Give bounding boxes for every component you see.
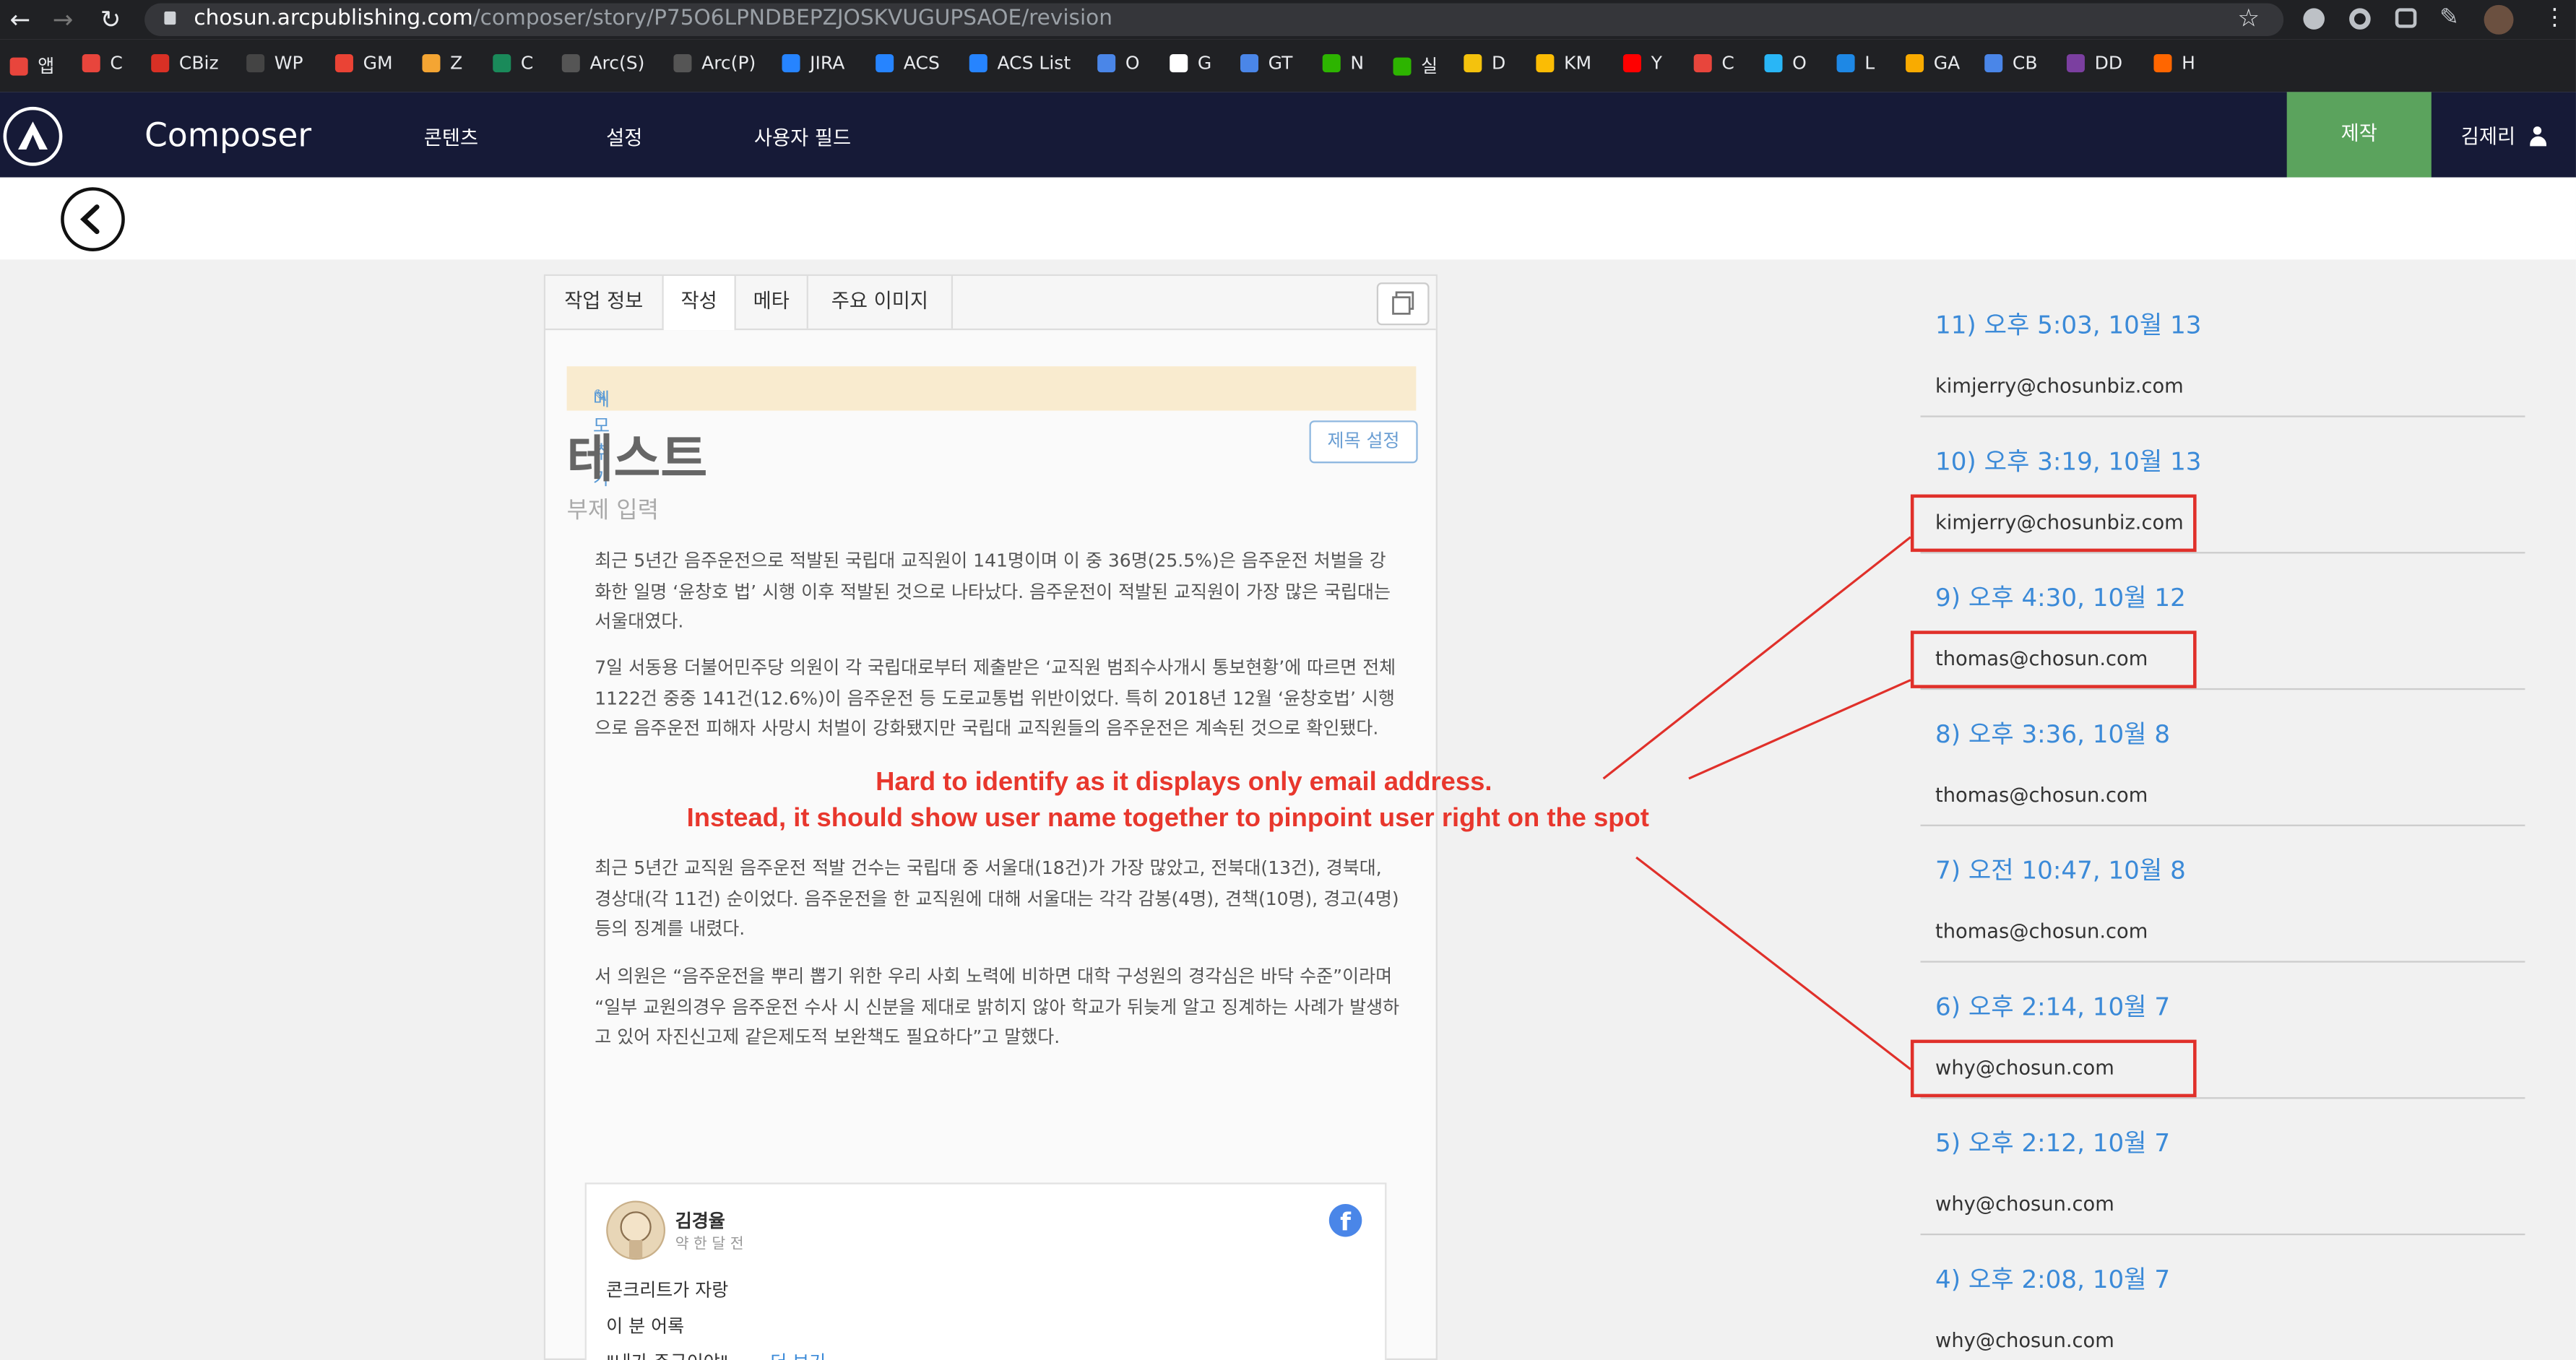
annotation-line: Instead, it should show user name togeth… — [686, 805, 1649, 833]
annotation-line: Hard to identify as it displays only ema… — [876, 768, 1492, 797]
annotation-arrow — [1688, 679, 1911, 780]
annotation-arrow — [1602, 536, 1911, 780]
annotation-arrows — [1602, 536, 1911, 1070]
annotation-arrow — [1635, 856, 1911, 1070]
